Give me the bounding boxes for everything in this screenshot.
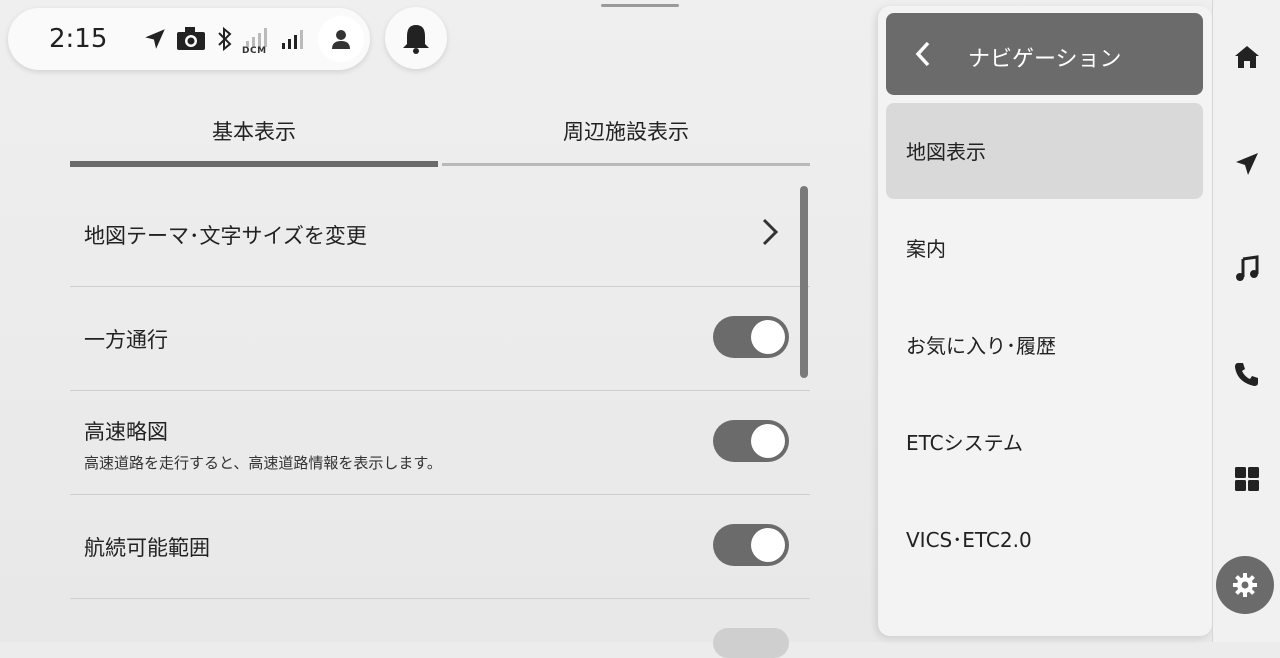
- camera-icon: [177, 27, 205, 50]
- cruising-range-toggle[interactable]: [713, 524, 789, 566]
- tab-basic-display[interactable]: 基本表示: [70, 104, 438, 166]
- navigation-side-panel: ナビゲーション 地図表示 案内 お気に入り･履歴 ETCシステム VICS･ET…: [878, 6, 1212, 636]
- panel-header[interactable]: ナビゲーション: [886, 13, 1203, 95]
- menu-item-etc-system-label: ETCシステム: [906, 431, 1024, 455]
- partial-toggle[interactable]: [713, 628, 789, 658]
- status-bar: 2:15 DCM: [8, 8, 370, 70]
- bluetooth-icon: [218, 26, 232, 52]
- tab-basic-display-label: 基本表示: [212, 120, 296, 144]
- tab-nearby-facilities-label: 周辺施設表示: [563, 120, 689, 144]
- menu-item-vics-etc[interactable]: VICS･ETC2.0: [886, 491, 1203, 587]
- highway-map-label: 高速略図: [84, 420, 168, 444]
- cruising-range-label: 航続可能範囲: [84, 536, 210, 560]
- panel-title: ナビゲーション: [968, 47, 1122, 72]
- menu-item-guidance-label: 案内: [906, 237, 946, 261]
- chevron-right-icon: [762, 218, 779, 246]
- cruising-range-row: 航続可能範囲: [70, 494, 810, 599]
- one-way-row: 一方通行: [70, 286, 810, 391]
- highway-map-toggle[interactable]: [713, 420, 789, 462]
- apps-grid-icon[interactable]: [1233, 465, 1261, 493]
- menu-item-map-display[interactable]: 地図表示: [886, 103, 1203, 199]
- menu-item-favorites-history[interactable]: お気に入り･履歴: [886, 297, 1203, 393]
- music-icon[interactable]: [1233, 255, 1261, 283]
- menu-item-favorites-history-label: お気に入り･履歴: [906, 334, 1056, 358]
- active-tab-indicator: [70, 161, 438, 167]
- back-chevron-icon: [915, 41, 930, 67]
- app-rail: [1212, 0, 1280, 642]
- scrollbar[interactable]: [800, 186, 808, 378]
- dcm-label: DCM: [242, 46, 267, 56]
- tab-divider: [442, 163, 810, 166]
- highway-map-description: 高速道路を走行すると、高速道路情報を表示します。: [84, 454, 442, 472]
- drag-handle[interactable]: [601, 4, 679, 7]
- menu-item-etc-system[interactable]: ETCシステム: [886, 394, 1203, 490]
- clock: 2:15: [49, 24, 108, 54]
- map-theme-label: 地図テーマ･文字サイズを変更: [84, 224, 367, 248]
- menu-item-vics-etc-label: VICS･ETC2.0: [906, 528, 1032, 552]
- user-profile-button[interactable]: [318, 16, 364, 62]
- settings-gear-icon: [1233, 573, 1257, 597]
- settings-button[interactable]: [1216, 556, 1274, 614]
- map-theme-row[interactable]: 地図テーマ･文字サイズを変更: [70, 182, 810, 287]
- highway-map-row: 高速略図 高速道路を走行すると、高速道路情報を表示します。: [70, 390, 810, 495]
- menu-item-map-display-label: 地図表示: [906, 140, 986, 164]
- dcm-signal-icon: DCM: [242, 26, 274, 56]
- navigation-icon[interactable]: [1233, 150, 1261, 178]
- tab-nearby-facilities[interactable]: 周辺施設表示: [442, 104, 810, 166]
- cellular-signal-icon: [282, 30, 303, 49]
- phone-icon[interactable]: [1233, 360, 1261, 388]
- notification-button[interactable]: [385, 7, 447, 69]
- one-way-label: 一方通行: [84, 328, 168, 352]
- one-way-toggle[interactable]: [713, 316, 789, 358]
- home-icon[interactable]: [1233, 43, 1261, 71]
- navigation-arrow-icon: [145, 29, 165, 49]
- bell-icon: [403, 25, 429, 54]
- menu-item-guidance[interactable]: 案内: [886, 200, 1203, 296]
- user-icon: [332, 30, 350, 49]
